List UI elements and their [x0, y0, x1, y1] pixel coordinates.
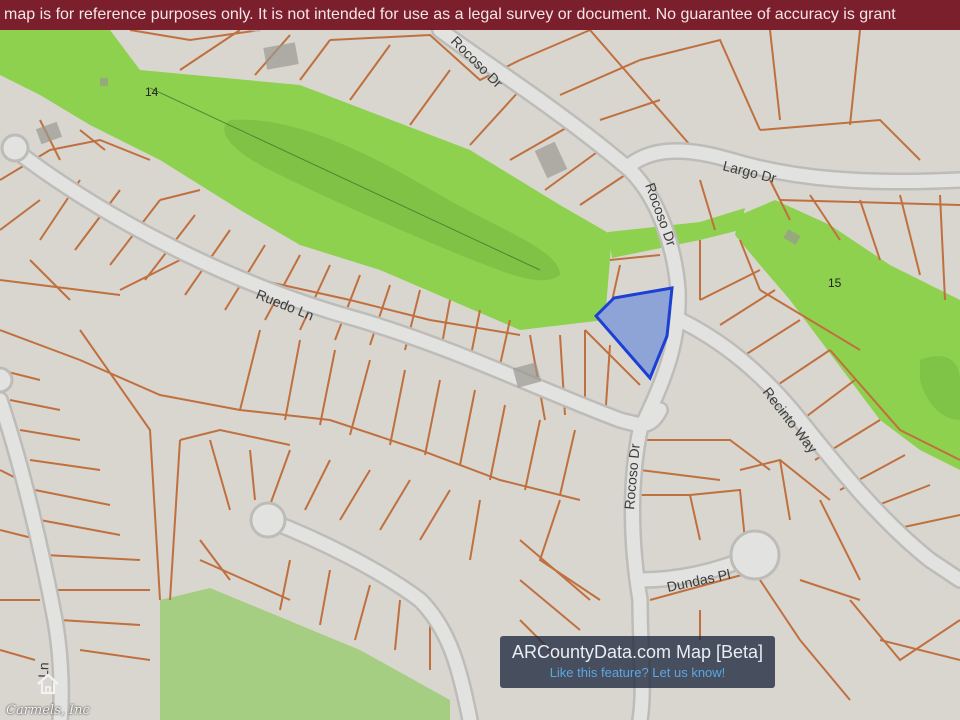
feedback-link[interactable]: Like this feature? Let us know!	[500, 664, 775, 682]
map-attribution: ARCountyData.com Map [Beta] Like this fe…	[500, 636, 775, 688]
lot-number-15: 15	[828, 276, 842, 290]
attribution-title: ARCountyData.com Map [Beta]	[511, 642, 764, 662]
parcel-map[interactable]: Rocoso Dr Largo Dr Rocoso Dr Ruedo Ln Re…	[0, 0, 960, 720]
watermark: Carmels, Inc	[6, 703, 90, 718]
house-logo-icon	[37, 673, 59, 695]
disclaimer-banner: map is for reference purposes only. It i…	[0, 0, 960, 30]
lot-number-14: 14	[145, 85, 159, 99]
